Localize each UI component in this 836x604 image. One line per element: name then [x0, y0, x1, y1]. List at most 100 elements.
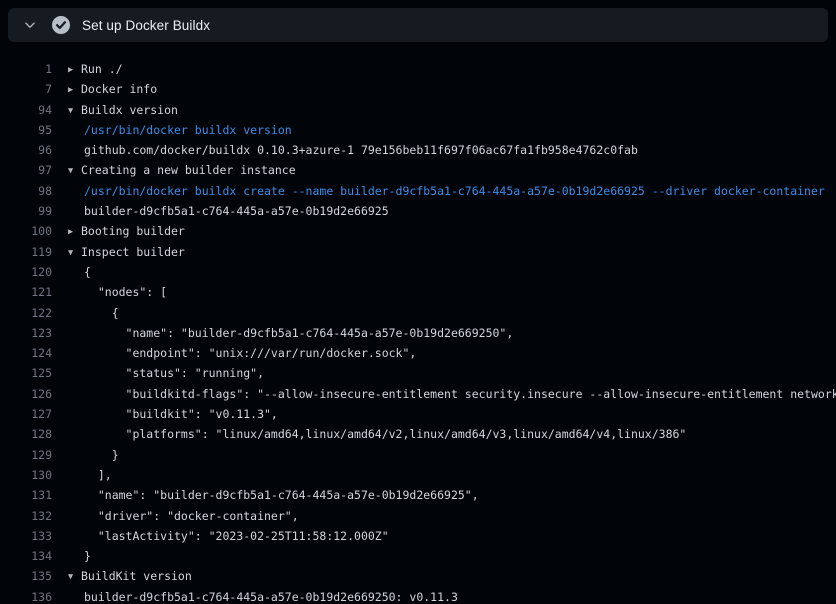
line-number[interactable]: 127	[0, 404, 52, 424]
log-output-text: "name": "builder-d9cfb5a1-c764-445a-a57e…	[52, 485, 836, 505]
triangle-right-icon[interactable]: ▶	[68, 60, 81, 79]
log-output-text: "lastActivity": "2023-02-25T11:58:12.000…	[52, 526, 836, 546]
log-group-header[interactable]: ▶Docker info	[52, 79, 836, 99]
log-output-text: "name": "builder-d9cfb5a1-c764-445a-a57e…	[52, 323, 836, 343]
log-line: 131 "name": "builder-d9cfb5a1-c764-445a-…	[0, 485, 836, 505]
log-group-label[interactable]: Docker info	[81, 82, 157, 96]
log-line: 123 "name": "builder-d9cfb5a1-c764-445a-…	[0, 323, 836, 343]
chevron-down-icon[interactable]	[22, 17, 38, 33]
log-output-text: "platforms": "linux/amd64,linux/amd64/v2…	[52, 424, 836, 444]
log-command-text: /usr/bin/docker buildx version	[52, 120, 836, 140]
line-number[interactable]: 124	[0, 343, 52, 363]
line-number[interactable]: 119	[0, 242, 52, 262]
log-line: 132 "driver": "docker-container",	[0, 506, 836, 526]
line-number[interactable]: 99	[0, 201, 52, 221]
line-number[interactable]: 94	[0, 100, 52, 120]
triangle-right-icon[interactable]: ▶	[68, 80, 81, 99]
log-line: 126 "buildkitd-flags": "--allow-insecure…	[0, 384, 836, 404]
log-group-label[interactable]: Run ./	[81, 62, 123, 76]
log-output-text: ],	[52, 465, 836, 485]
log-line: 96github.com/docker/buildx 0.10.3+azure-…	[0, 140, 836, 160]
line-number[interactable]: 122	[0, 303, 52, 323]
line-number[interactable]: 128	[0, 424, 52, 444]
log-line: 99builder-d9cfb5a1-c764-445a-a57e-0b19d2…	[0, 201, 836, 221]
step-title: Set up Docker Buildx	[82, 18, 210, 33]
line-number[interactable]: 125	[0, 363, 52, 383]
log-output-text: builder-d9cfb5a1-c764-445a-a57e-0b19d2e6…	[52, 201, 836, 221]
log-line: 100▶Booting builder	[0, 221, 836, 241]
log-line: 127 "buildkit": "v0.11.3",	[0, 404, 836, 424]
log-output-text: "nodes": [	[52, 282, 836, 302]
line-number[interactable]: 136	[0, 587, 52, 604]
log-group-label[interactable]: BuildKit version	[81, 569, 192, 583]
log-line: 98/usr/bin/docker buildx create --name b…	[0, 181, 836, 201]
log-output-text: "buildkitd-flags": "--allow-insecure-ent…	[52, 384, 836, 404]
line-number[interactable]: 120	[0, 262, 52, 282]
log-group-label[interactable]: Inspect builder	[81, 245, 185, 259]
log-group-header[interactable]: ▼Buildx version	[52, 100, 836, 120]
log-line: 7▶Docker info	[0, 79, 836, 99]
log-line: 134}	[0, 546, 836, 566]
line-number[interactable]: 129	[0, 445, 52, 465]
line-number[interactable]: 100	[0, 221, 52, 241]
triangle-down-icon[interactable]: ▼	[68, 243, 81, 262]
log-line: 129 }	[0, 445, 836, 465]
log-group-header[interactable]: ▼Creating a new builder instance	[52, 160, 836, 180]
log-output-text: "buildkit": "v0.11.3",	[52, 404, 836, 424]
check-circle-icon	[52, 16, 70, 34]
line-number[interactable]: 1	[0, 59, 52, 79]
log-line: 121 "nodes": [	[0, 282, 836, 302]
log-output-text: "driver": "docker-container",	[52, 506, 836, 526]
log-line: 128 "platforms": "linux/amd64,linux/amd6…	[0, 424, 836, 444]
log-line: 133 "lastActivity": "2023-02-25T11:58:12…	[0, 526, 836, 546]
log-line: 94▼Buildx version	[0, 100, 836, 120]
log-line: 122 {	[0, 303, 836, 323]
log-command-text: /usr/bin/docker buildx create --name bui…	[52, 181, 836, 201]
line-number[interactable]: 95	[0, 120, 52, 140]
log-viewer: 1▶Run ./7▶Docker info94▼Buildx version95…	[0, 59, 836, 604]
line-number[interactable]: 132	[0, 506, 52, 526]
log-group-label[interactable]: Buildx version	[81, 103, 178, 117]
triangle-down-icon[interactable]: ▼	[68, 101, 81, 120]
line-number[interactable]: 96	[0, 140, 52, 160]
triangle-right-icon[interactable]: ▶	[68, 222, 81, 241]
line-number[interactable]: 126	[0, 384, 52, 404]
log-line: 1▶Run ./	[0, 59, 836, 79]
log-group-header[interactable]: ▶Run ./	[52, 59, 836, 79]
log-output-text: {	[52, 262, 836, 282]
log-output-text: }	[52, 546, 836, 566]
log-output-text: github.com/docker/buildx 0.10.3+azure-1 …	[52, 140, 836, 160]
line-number[interactable]: 135	[0, 566, 52, 586]
log-output-text: builder-d9cfb5a1-c764-445a-a57e-0b19d2e6…	[52, 587, 836, 604]
line-number[interactable]: 133	[0, 526, 52, 546]
triangle-down-icon[interactable]: ▼	[68, 161, 81, 180]
log-line: 124 "endpoint": "unix:///var/run/docker.…	[0, 343, 836, 363]
log-group-header[interactable]: ▶Booting builder	[52, 221, 836, 241]
line-number[interactable]: 121	[0, 282, 52, 302]
log-line: 97▼Creating a new builder instance	[0, 160, 836, 180]
log-group-label[interactable]: Booting builder	[81, 224, 185, 238]
log-line: 135▼BuildKit version	[0, 566, 836, 586]
log-output-text: {	[52, 303, 836, 323]
log-line: 95/usr/bin/docker buildx version	[0, 120, 836, 140]
line-number[interactable]: 130	[0, 465, 52, 485]
line-number[interactable]: 97	[0, 160, 52, 180]
line-number[interactable]: 134	[0, 546, 52, 566]
log-line: 120{	[0, 262, 836, 282]
log-line: 130 ],	[0, 465, 836, 485]
log-output-text: "status": "running",	[52, 363, 836, 383]
line-number[interactable]: 98	[0, 181, 52, 201]
log-group-header[interactable]: ▼BuildKit version	[52, 566, 836, 586]
line-number[interactable]: 131	[0, 485, 52, 505]
line-number[interactable]: 123	[0, 323, 52, 343]
line-number[interactable]: 7	[0, 79, 52, 99]
triangle-down-icon[interactable]: ▼	[68, 567, 81, 586]
log-line: 136builder-d9cfb5a1-c764-445a-a57e-0b19d…	[0, 587, 836, 604]
log-line: 125 "status": "running",	[0, 363, 836, 383]
log-group-header[interactable]: ▼Inspect builder	[52, 242, 836, 262]
log-line: 119▼Inspect builder	[0, 242, 836, 262]
log-output-text: }	[52, 445, 836, 465]
step-header[interactable]: Set up Docker Buildx	[8, 8, 828, 42]
log-group-label[interactable]: Creating a new builder instance	[81, 163, 296, 177]
log-output-text: "endpoint": "unix:///var/run/docker.sock…	[52, 343, 836, 363]
